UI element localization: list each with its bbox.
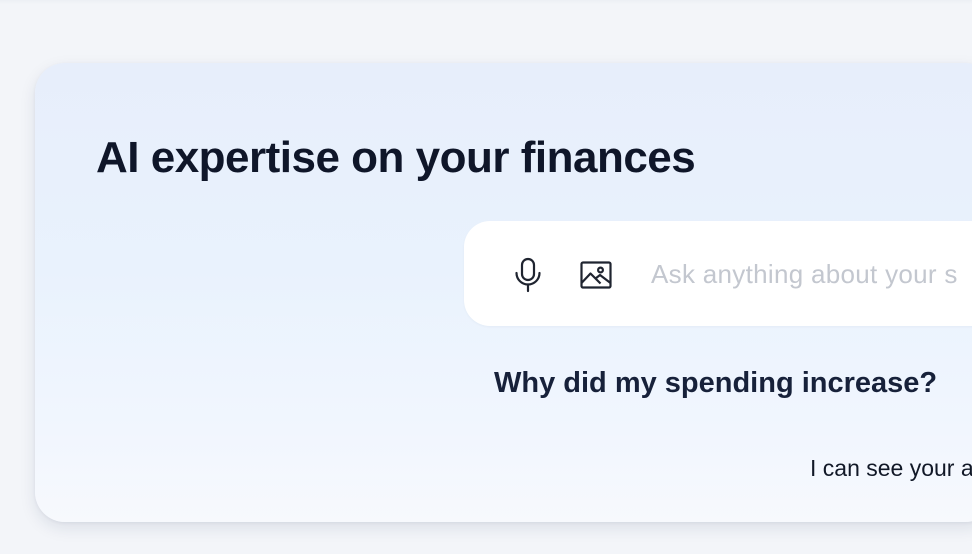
microphone-icon[interactable] bbox=[508, 255, 548, 295]
top-divider bbox=[0, 0, 972, 4]
ask-bar bbox=[464, 221, 972, 326]
ai-answer-text: I can see your a bbox=[810, 455, 972, 481]
ask-input[interactable] bbox=[651, 253, 972, 295]
ai-assistant-card: AI expertise on your finances Why did my… bbox=[35, 63, 972, 522]
card-title: AI expertise on your finances bbox=[96, 133, 696, 182]
image-icon[interactable] bbox=[576, 255, 616, 295]
user-question: Why did my spending increase? bbox=[494, 367, 938, 399]
